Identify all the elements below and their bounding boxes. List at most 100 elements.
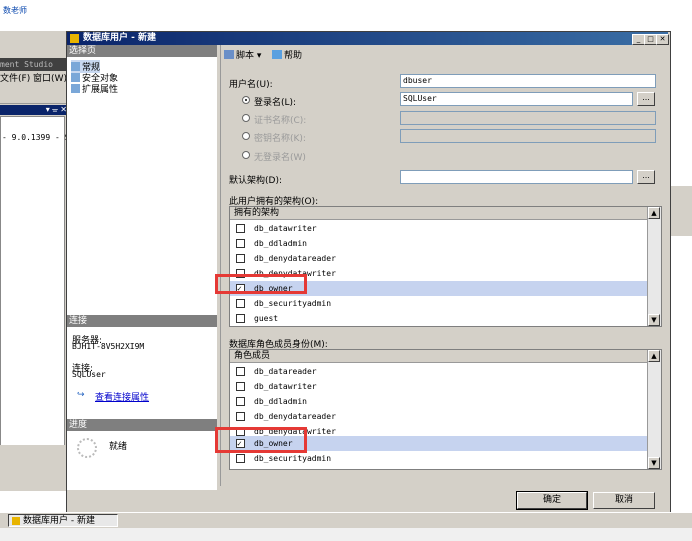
owned-schemas-header[interactable]: 拥有的架构 xyxy=(230,207,649,220)
highlight-box-schema-owner xyxy=(215,274,307,294)
key-radio[interactable] xyxy=(242,132,250,140)
background-toolbar xyxy=(0,87,67,104)
role-name: db_ddladmin xyxy=(254,397,307,406)
table-row[interactable]: db_datawriter xyxy=(230,221,649,236)
object-explorer-pane xyxy=(0,116,65,458)
dialog-title: 数据库用户 - 新建 xyxy=(83,33,157,43)
taskbar-item-label: 数据库用户 - 新建 xyxy=(23,516,95,526)
schema-name: db_datawriter xyxy=(254,224,317,233)
scroll-down-icon[interactable]: ▼ xyxy=(648,314,660,326)
server-node[interactable]: - 9.0.1399 - S xyxy=(2,133,69,142)
login-radio[interactable] xyxy=(242,96,250,104)
key-radio-label: 密钥名称(K): xyxy=(254,134,306,144)
dialog-titlebar[interactable]: 数据库用户 - 新建 xyxy=(67,32,668,45)
owned-schemas-grid: 拥有的架构 db_datawriter db_ddladmin db_denyd… xyxy=(229,206,662,327)
table-row[interactable]: db_securityadmin xyxy=(230,296,649,311)
background-scrollbar[interactable] xyxy=(0,445,67,459)
cancel-button[interactable]: 取消 xyxy=(593,492,655,509)
no-login-radio[interactable] xyxy=(242,151,250,159)
database-icon xyxy=(70,34,79,43)
page-top-strip: 数老师 xyxy=(0,0,692,18)
default-schema-field[interactable] xyxy=(400,170,633,184)
page-icon xyxy=(71,62,80,71)
page-icon xyxy=(71,73,80,82)
schema-checkbox[interactable] xyxy=(236,254,245,263)
role-name: db_securityadmin xyxy=(254,454,332,463)
connection-value: SQLUser xyxy=(72,370,106,379)
default-schema-label: 默认架构(D): xyxy=(229,176,282,186)
username-field[interactable]: dbuser xyxy=(400,74,656,88)
schema-checkbox[interactable] xyxy=(236,224,245,233)
table-row[interactable]: db_datareader xyxy=(230,364,649,379)
highlight-box-role-owner xyxy=(215,427,307,453)
help-button[interactable]: 帮助 xyxy=(272,48,302,61)
certificate-radio-label: 证书名称(C): xyxy=(254,116,307,126)
connection-header: 连接 xyxy=(67,315,217,327)
view-connection-properties-link[interactable]: 查看连接属性 xyxy=(95,390,149,403)
page-label: 扩展属性 xyxy=(82,85,119,95)
link-icon: ↪ xyxy=(77,390,85,400)
scroll-down-icon[interactable]: ▼ xyxy=(648,457,660,469)
taskbar-item-new-db-user[interactable]: 数据库用户 - 新建 xyxy=(8,514,118,527)
schema-checkbox[interactable] xyxy=(236,239,245,248)
background-right-strip xyxy=(669,31,692,516)
username-label: 用户名(U): xyxy=(229,80,273,90)
help-icon xyxy=(272,50,282,59)
left-panel: 选择页 常规 安全对象 扩展属性 连接 服务器: BJHIT-8V5H2XI9M… xyxy=(67,45,217,490)
select-page-header: 选择页 xyxy=(67,45,217,57)
table-row[interactable]: db_denydatareader xyxy=(230,251,649,266)
role-name: db_datawriter xyxy=(254,382,317,391)
login-radio-label: 登录名(L): xyxy=(254,98,297,108)
default-schema-browse-button[interactable]: ... xyxy=(637,170,655,184)
progress-header: 进度 xyxy=(67,419,217,431)
key-field[interactable] xyxy=(400,129,656,143)
scroll-up-icon[interactable]: ▲ xyxy=(648,350,660,362)
page-item-extended-properties[interactable]: 扩展属性 xyxy=(71,82,118,95)
progress-status: 就绪 xyxy=(109,442,128,452)
table-row[interactable]: db_datawriter xyxy=(230,379,649,394)
table-row[interactable]: guest xyxy=(230,311,649,326)
table-row[interactable]: db_ddladmin xyxy=(230,394,649,409)
role-members-header[interactable]: 角色成员 xyxy=(230,350,649,363)
background-pane-header[interactable]: ▾ ᚚ ✕ xyxy=(0,105,67,115)
chevron-down-icon: ▾ xyxy=(256,51,262,61)
schema-name: guest xyxy=(254,314,279,323)
role-checkbox[interactable] xyxy=(236,367,245,376)
login-field[interactable]: SQLUser xyxy=(400,92,633,106)
script-icon xyxy=(224,50,234,59)
role-checkbox[interactable] xyxy=(236,382,245,391)
schema-name: db_ddladmin xyxy=(254,239,307,248)
database-icon xyxy=(12,517,20,525)
table-row[interactable]: db_denydatareader xyxy=(230,409,649,424)
table-row[interactable]: db_ddladmin xyxy=(230,236,649,251)
bottom-strip xyxy=(0,528,692,541)
script-button[interactable]: 脚本 ▾ xyxy=(224,48,261,61)
server-value: BJHIT-8V5H2XI9M xyxy=(72,342,145,351)
ok-button[interactable]: 确定 xyxy=(516,491,588,510)
background-menu[interactable]: 文件(F) 窗口(W) xyxy=(0,72,67,86)
script-label: 脚本 xyxy=(236,51,255,61)
login-browse-button[interactable]: ... xyxy=(637,92,655,106)
top-link[interactable]: 数老师 xyxy=(3,5,27,16)
help-label: 帮助 xyxy=(284,51,303,61)
progress-spinner-icon xyxy=(77,438,97,458)
page-list xyxy=(67,57,217,315)
schema-checkbox[interactable] xyxy=(236,314,245,323)
role-checkbox[interactable] xyxy=(236,454,245,463)
role-name: db_denydatareader xyxy=(254,412,336,421)
schema-name: db_securityadmin xyxy=(254,299,332,308)
role-membership-scrollbar[interactable]: ▲ ▼ xyxy=(647,350,661,469)
close-button[interactable]: ✕ xyxy=(656,34,669,45)
certificate-field[interactable] xyxy=(400,111,656,125)
table-row[interactable]: db_securityadmin xyxy=(230,451,649,466)
certificate-radio[interactable] xyxy=(242,114,250,122)
schema-checkbox[interactable] xyxy=(236,299,245,308)
background-title: ment Studio xyxy=(0,58,67,71)
role-checkbox[interactable] xyxy=(236,412,245,421)
no-login-radio-label: 无登录名(W) xyxy=(254,153,306,163)
role-name: db_datareader xyxy=(254,367,317,376)
owned-schemas-scrollbar[interactable]: ▲ ▼ xyxy=(647,207,661,326)
role-checkbox[interactable] xyxy=(236,397,245,406)
page-icon xyxy=(71,84,80,93)
scroll-up-icon[interactable]: ▲ xyxy=(648,207,660,219)
